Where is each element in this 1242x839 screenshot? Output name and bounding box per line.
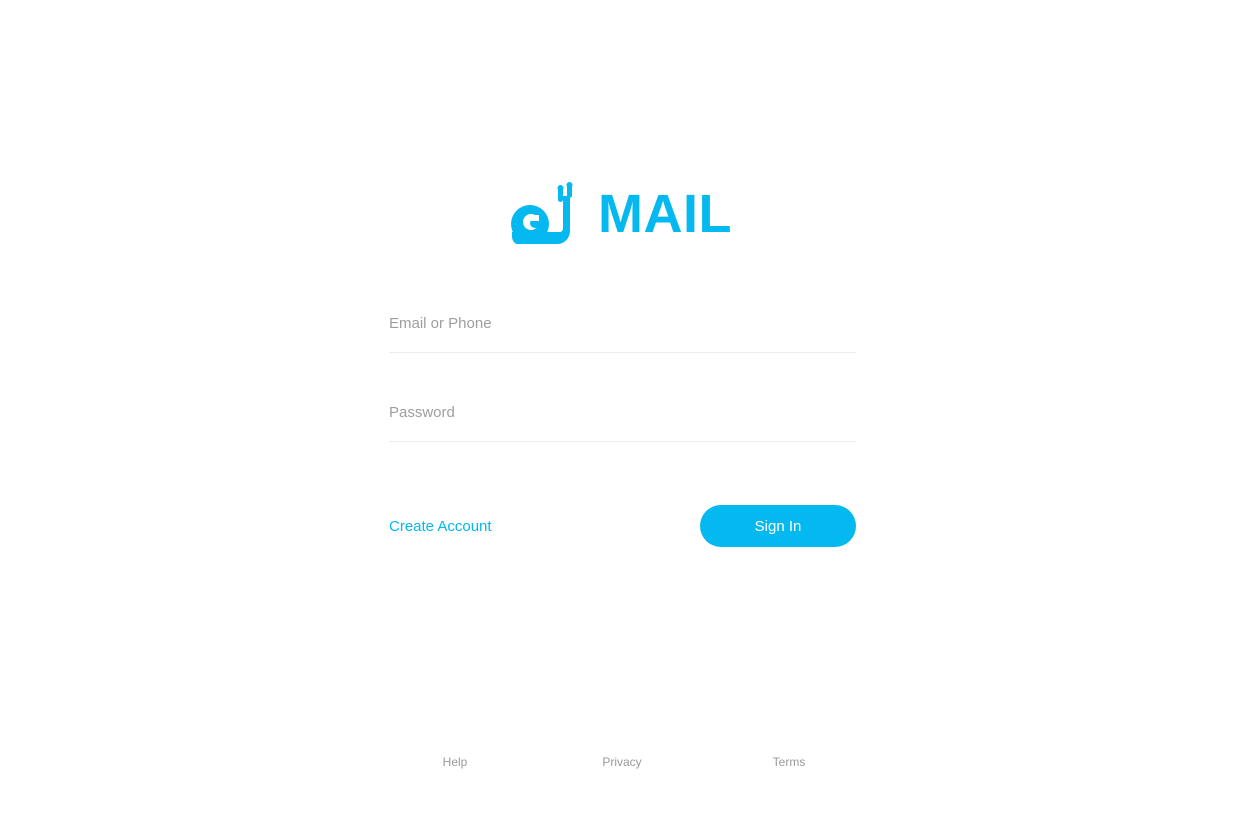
- snail-icon: [511, 182, 573, 244]
- footer: Help Privacy Terms: [0, 755, 1242, 773]
- password-field-wrapper: [389, 385, 856, 442]
- create-account-link[interactable]: Create Account: [389, 518, 492, 535]
- brand-header: MAIL: [0, 182, 1242, 246]
- login-form: [389, 296, 856, 442]
- form-actions: Create Account Sign In: [389, 505, 856, 547]
- password-field[interactable]: [389, 399, 856, 425]
- brand-name: MAIL: [598, 184, 732, 244]
- email-field-wrapper: [389, 296, 856, 353]
- sign-in-button[interactable]: Sign In: [700, 505, 856, 547]
- footer-link-privacy[interactable]: Privacy: [602, 755, 641, 769]
- footer-link-help[interactable]: Help: [443, 755, 468, 769]
- footer-link-terms[interactable]: Terms: [773, 755, 806, 769]
- email-field[interactable]: [389, 310, 856, 336]
- login-page: MAIL Create Account Sign In Help Privacy…: [0, 0, 1242, 839]
